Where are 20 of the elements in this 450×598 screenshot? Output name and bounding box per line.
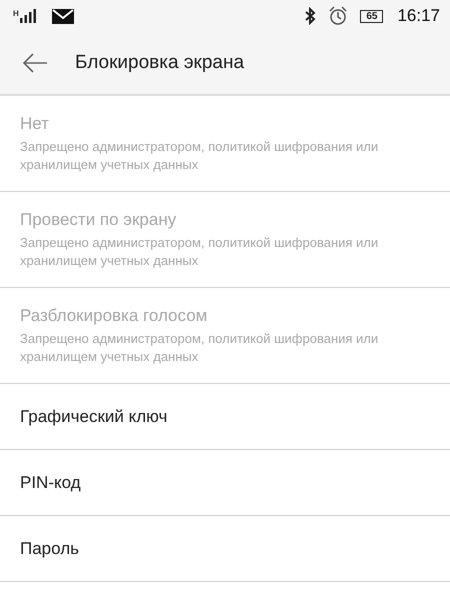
option-title: Графический ключ bbox=[20, 406, 168, 426]
option-subtitle: Запрещено администратором, политикой шифрования или хранилищем учетных данных bbox=[20, 138, 380, 174]
option-subtitle: Запрещено администратором, политикой шифрования или хранилищем учетных данных bbox=[20, 330, 380, 366]
option-subtitle: Запрещено администратором, политикой шифрования или хранилищем учетных данных bbox=[20, 234, 380, 270]
clock: 16:17 bbox=[397, 6, 440, 26]
option-title: Нет bbox=[20, 114, 50, 134]
network-type: H bbox=[13, 9, 19, 18]
lock-option[interactable]: Пароль bbox=[0, 516, 450, 582]
option-title: Разблокировка голосом bbox=[20, 306, 208, 326]
alarm-icon bbox=[328, 6, 348, 26]
lock-option[interactable]: PIN-код bbox=[0, 450, 450, 516]
option-title: Пароль bbox=[20, 538, 80, 558]
bluetooth-icon bbox=[305, 7, 316, 25]
lock-option[interactable]: Графический ключ bbox=[0, 384, 450, 450]
back-icon[interactable] bbox=[22, 53, 48, 73]
option-title: PIN-код bbox=[20, 472, 82, 492]
screen-title: Блокировка экрана bbox=[75, 52, 244, 74]
option-title: Провести по экрану bbox=[20, 210, 178, 230]
mail-icon bbox=[52, 8, 74, 24]
battery-indicator: 65 bbox=[360, 10, 384, 22]
